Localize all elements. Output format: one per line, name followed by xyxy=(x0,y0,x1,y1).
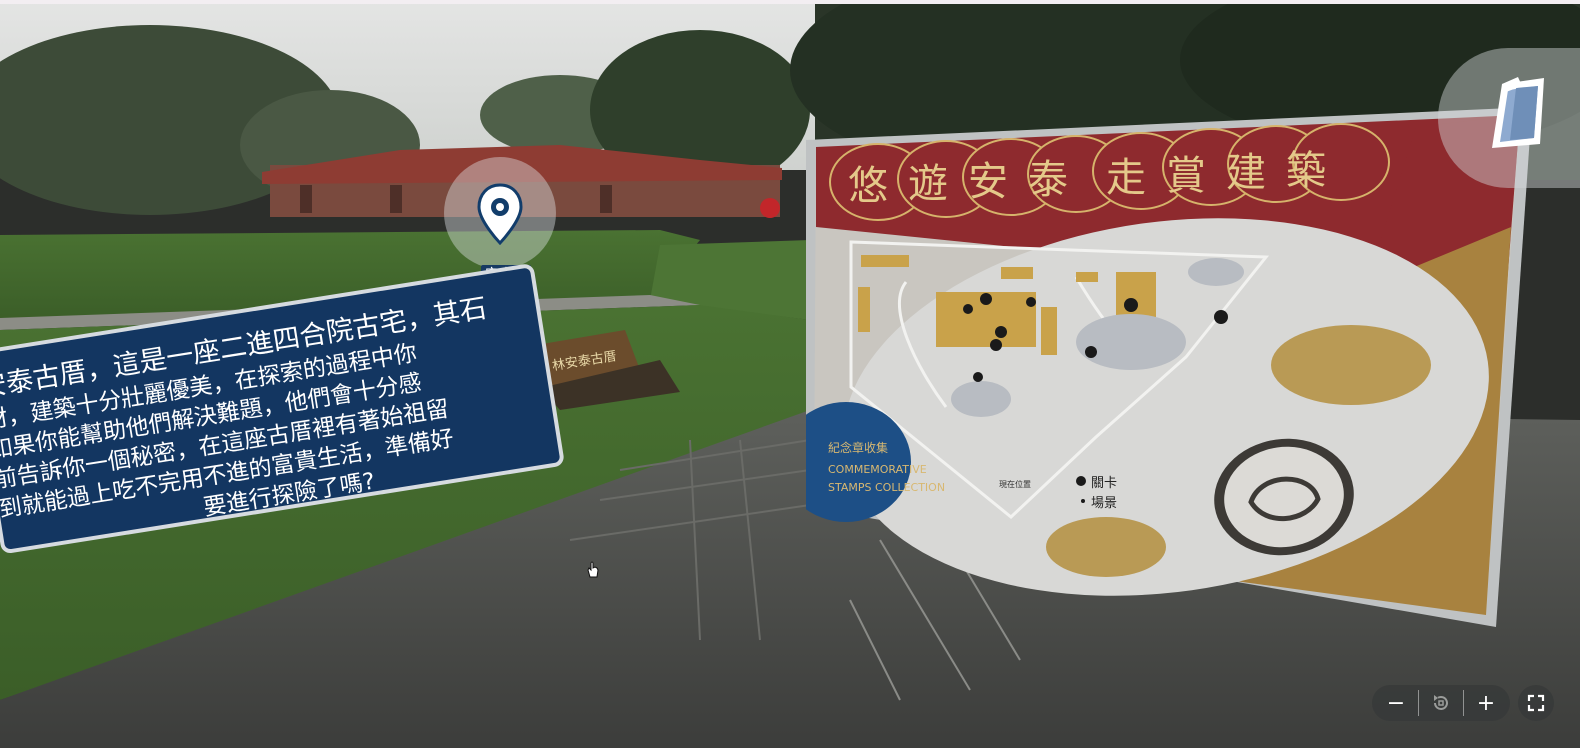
current-position-label: 現在位置 xyxy=(999,479,1031,489)
zoom-out-button[interactable]: − xyxy=(1378,685,1414,721)
map-title-char: 泰 xyxy=(1028,157,1068,203)
gold-cloud xyxy=(1271,325,1431,405)
map-title-char: 安 xyxy=(968,159,1008,205)
hand-toggle-button[interactable] xyxy=(1438,48,1580,188)
rotate-reset-icon xyxy=(1434,695,1448,710)
panorama-viewer[interactable]: 林安泰古厝 安泰堂 安泰古厝，這是一座二進四合院古宅，其石 材，建築十分壯 xyxy=(0,0,1580,748)
viewer-controls: − + xyxy=(1372,685,1554,721)
divider xyxy=(1463,690,1464,716)
legend-scene: 場景 xyxy=(1091,496,1117,511)
stamps-label-zh: 紀念章收集 xyxy=(828,440,888,455)
divider xyxy=(1418,690,1419,716)
hand-icon xyxy=(1492,77,1544,148)
fullscreen-button[interactable] xyxy=(1518,685,1554,721)
map-title-char: 築 xyxy=(1286,148,1326,194)
map-title-char: 悠 xyxy=(848,163,888,209)
map-title-char: 走 xyxy=(1106,155,1146,201)
zoom-in-button[interactable]: + xyxy=(1468,685,1504,721)
zoom-control-group: − + xyxy=(1372,685,1510,721)
stamps-label-en: STAMPS COLLECTION xyxy=(828,481,945,494)
fullscreen-icon xyxy=(1527,694,1545,712)
gold-cloud xyxy=(1046,517,1166,577)
map-title-char: 賞 xyxy=(1166,153,1206,199)
reset-view-button[interactable] xyxy=(1423,685,1459,721)
stamp-map-card[interactable]: 悠 遊 安 泰 走 賞 建 築 紀念章收集 COMMEMORATIVE STAM… xyxy=(806,107,1532,627)
stamps-label-en: COMMEMORATIVE xyxy=(828,463,927,476)
top-border xyxy=(0,0,1580,4)
hand-cursor-icon xyxy=(587,561,599,578)
location-pin-icon xyxy=(477,183,523,245)
map-title-char: 建 xyxy=(1226,150,1266,196)
legend-stage: 關卡 xyxy=(1091,476,1117,491)
map-title-char: 遊 xyxy=(908,161,948,207)
location-hotspot[interactable] xyxy=(444,157,556,269)
